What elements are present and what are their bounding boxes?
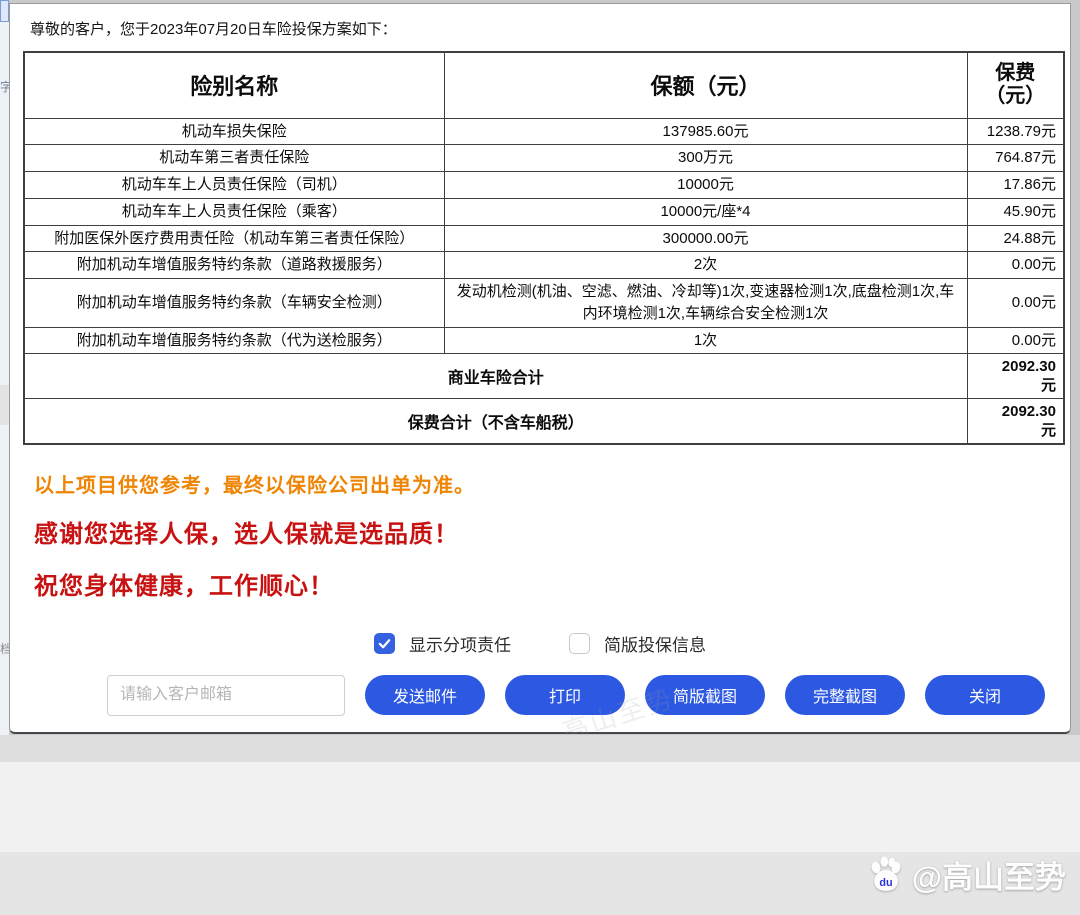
cell-risk-name: 机动车车上人员责任保险（司机）	[24, 172, 444, 199]
table-row: 机动车第三者责任保险300万元764.87元	[24, 145, 1064, 172]
author-watermark: du @高山至势	[866, 852, 1066, 897]
thanks-text: 感谢您选择人保，选人保就是选品质！	[34, 514, 1070, 549]
option-label: 显示分项责任	[409, 631, 511, 656]
quote-table-body: 机动车损失保险137985.60元1238.79元机动车第三者责任保险300万元…	[24, 118, 1064, 444]
page-fragment	[0, 0, 9, 22]
wish-text: 祝您身体健康，工作顺心！	[34, 566, 1070, 601]
total-row: 保费合计（不含车船税）2092.30元	[24, 399, 1064, 444]
cell-risk-name: 机动车第三者责任保险	[24, 145, 444, 172]
greeting-text: 尊敬的客户，您于2023年07月20日车险投保方案如下：	[10, 4, 1070, 51]
simple-screenshot-button[interactable]: 简版截图	[645, 675, 765, 715]
table-row: 附加医保外医疗费用责任险（机动车第三者责任保险）300000.00元24.88元	[24, 225, 1064, 252]
table-row: 附加机动车增值服务特约条款（代为送检服务）1次0.00元	[24, 327, 1064, 354]
cell-insured-amount: 发动机检测(机油、空滤、燃油、冷却等)1次,变速器检测1次,底盘检测1次,车内环…	[444, 279, 967, 328]
cell-premium: 764.87元	[967, 145, 1064, 172]
background-band	[0, 735, 1080, 762]
cell-premium: 17.86元	[967, 172, 1064, 199]
cell-insured-amount: 300万元	[444, 145, 967, 172]
page-fragment	[0, 385, 9, 425]
full-screenshot-button[interactable]: 完整截图	[785, 675, 905, 715]
insurance-quote-dialog: 尊敬的客户，您于2023年07月20日车险投保方案如下： 险别名称 保额（元） …	[9, 3, 1071, 734]
total-label: 商业车险合计	[24, 354, 967, 399]
show-itemized-liability-option[interactable]: 显示分项责任	[374, 631, 511, 656]
cell-premium: 1238.79元	[967, 118, 1064, 145]
cell-insured-amount: 10000元	[444, 172, 967, 199]
table-row: 机动车车上人员责任保险（乘客）10000元/座*445.90元	[24, 198, 1064, 225]
cell-risk-name: 附加医保外医疗费用责任险（机动车第三者责任保险）	[24, 225, 444, 252]
checkbox-checked-icon[interactable]	[374, 633, 395, 654]
total-value: 2092.30元	[967, 354, 1064, 399]
cell-risk-name: 机动车损失保险	[24, 118, 444, 145]
disclaimer-text: 以上项目供您参考，最终以保险公司出单为准。	[34, 469, 1070, 498]
column-header-risk-name: 险别名称	[24, 52, 444, 118]
send-email-button[interactable]: 发送邮件	[365, 675, 485, 715]
cell-premium: 0.00元	[967, 279, 1064, 328]
cell-premium: 24.88元	[967, 225, 1064, 252]
table-row: 机动车损失保险137985.60元1238.79元	[24, 118, 1064, 145]
simple-version-info-option[interactable]: 简版投保信息	[569, 631, 706, 656]
total-label: 保费合计（不含车船税）	[24, 399, 967, 444]
cell-insured-amount: 10000元/座*4	[444, 198, 967, 225]
total-row: 商业车险合计2092.30元	[24, 354, 1064, 399]
option-label: 简版投保信息	[604, 631, 706, 656]
page-fragment: 字	[0, 78, 9, 96]
cell-insured-amount: 1次	[444, 327, 967, 354]
cell-insured-amount: 300000.00元	[444, 225, 967, 252]
table-row: 附加机动车增值服务特约条款（车辆安全检测）发动机检测(机油、空滤、燃油、冷却等)…	[24, 279, 1064, 328]
column-header-premium: 保费（元）	[967, 52, 1064, 118]
baidu-du-letters: du	[879, 876, 892, 888]
cell-risk-name: 附加机动车增值服务特约条款（道路救援服务）	[24, 252, 444, 279]
cell-insured-amount: 2次	[444, 252, 967, 279]
table-header-row: 险别名称 保额（元） 保费（元）	[24, 52, 1064, 118]
background-band	[0, 762, 1080, 852]
customer-email-input[interactable]	[107, 675, 345, 716]
options-row: 显示分项责任 简版投保信息	[10, 631, 1070, 656]
total-value: 2092.30元	[967, 399, 1064, 444]
underlying-page-sliver: 字 档	[0, 0, 9, 737]
print-button[interactable]: 打印	[505, 675, 625, 715]
quote-table: 险别名称 保额（元） 保费（元） 机动车损失保险137985.60元1238.7…	[23, 51, 1065, 445]
cell-insured-amount: 137985.60元	[444, 118, 967, 145]
cell-premium: 45.90元	[967, 198, 1064, 225]
cell-premium: 0.00元	[967, 252, 1064, 279]
cell-risk-name: 机动车车上人员责任保险（乘客）	[24, 198, 444, 225]
close-button[interactable]: 关闭	[925, 675, 1045, 715]
table-row: 机动车车上人员责任保险（司机）10000元17.86元	[24, 172, 1064, 199]
checkbox-unchecked-icon[interactable]	[569, 633, 590, 654]
screen: 字 档 尊敬的客户，您于2023年07月20日车险投保方案如下： 险别名称 保额…	[0, 0, 1080, 915]
baidu-paw-icon: du	[866, 855, 906, 895]
actions-row: 发送邮件 打印 简版截图 完整截图 关闭	[10, 675, 1070, 716]
cell-risk-name: 附加机动车增值服务特约条款（代为送检服务）	[24, 327, 444, 354]
table-row: 附加机动车增值服务特约条款（道路救援服务）2次0.00元	[24, 252, 1064, 279]
cell-risk-name: 附加机动车增值服务特约条款（车辆安全检测）	[24, 279, 444, 328]
watermark-text: @高山至势	[912, 852, 1066, 897]
column-header-insured-amount: 保额（元）	[444, 52, 967, 118]
cell-premium: 0.00元	[967, 327, 1064, 354]
page-fragment: 档	[0, 640, 9, 656]
